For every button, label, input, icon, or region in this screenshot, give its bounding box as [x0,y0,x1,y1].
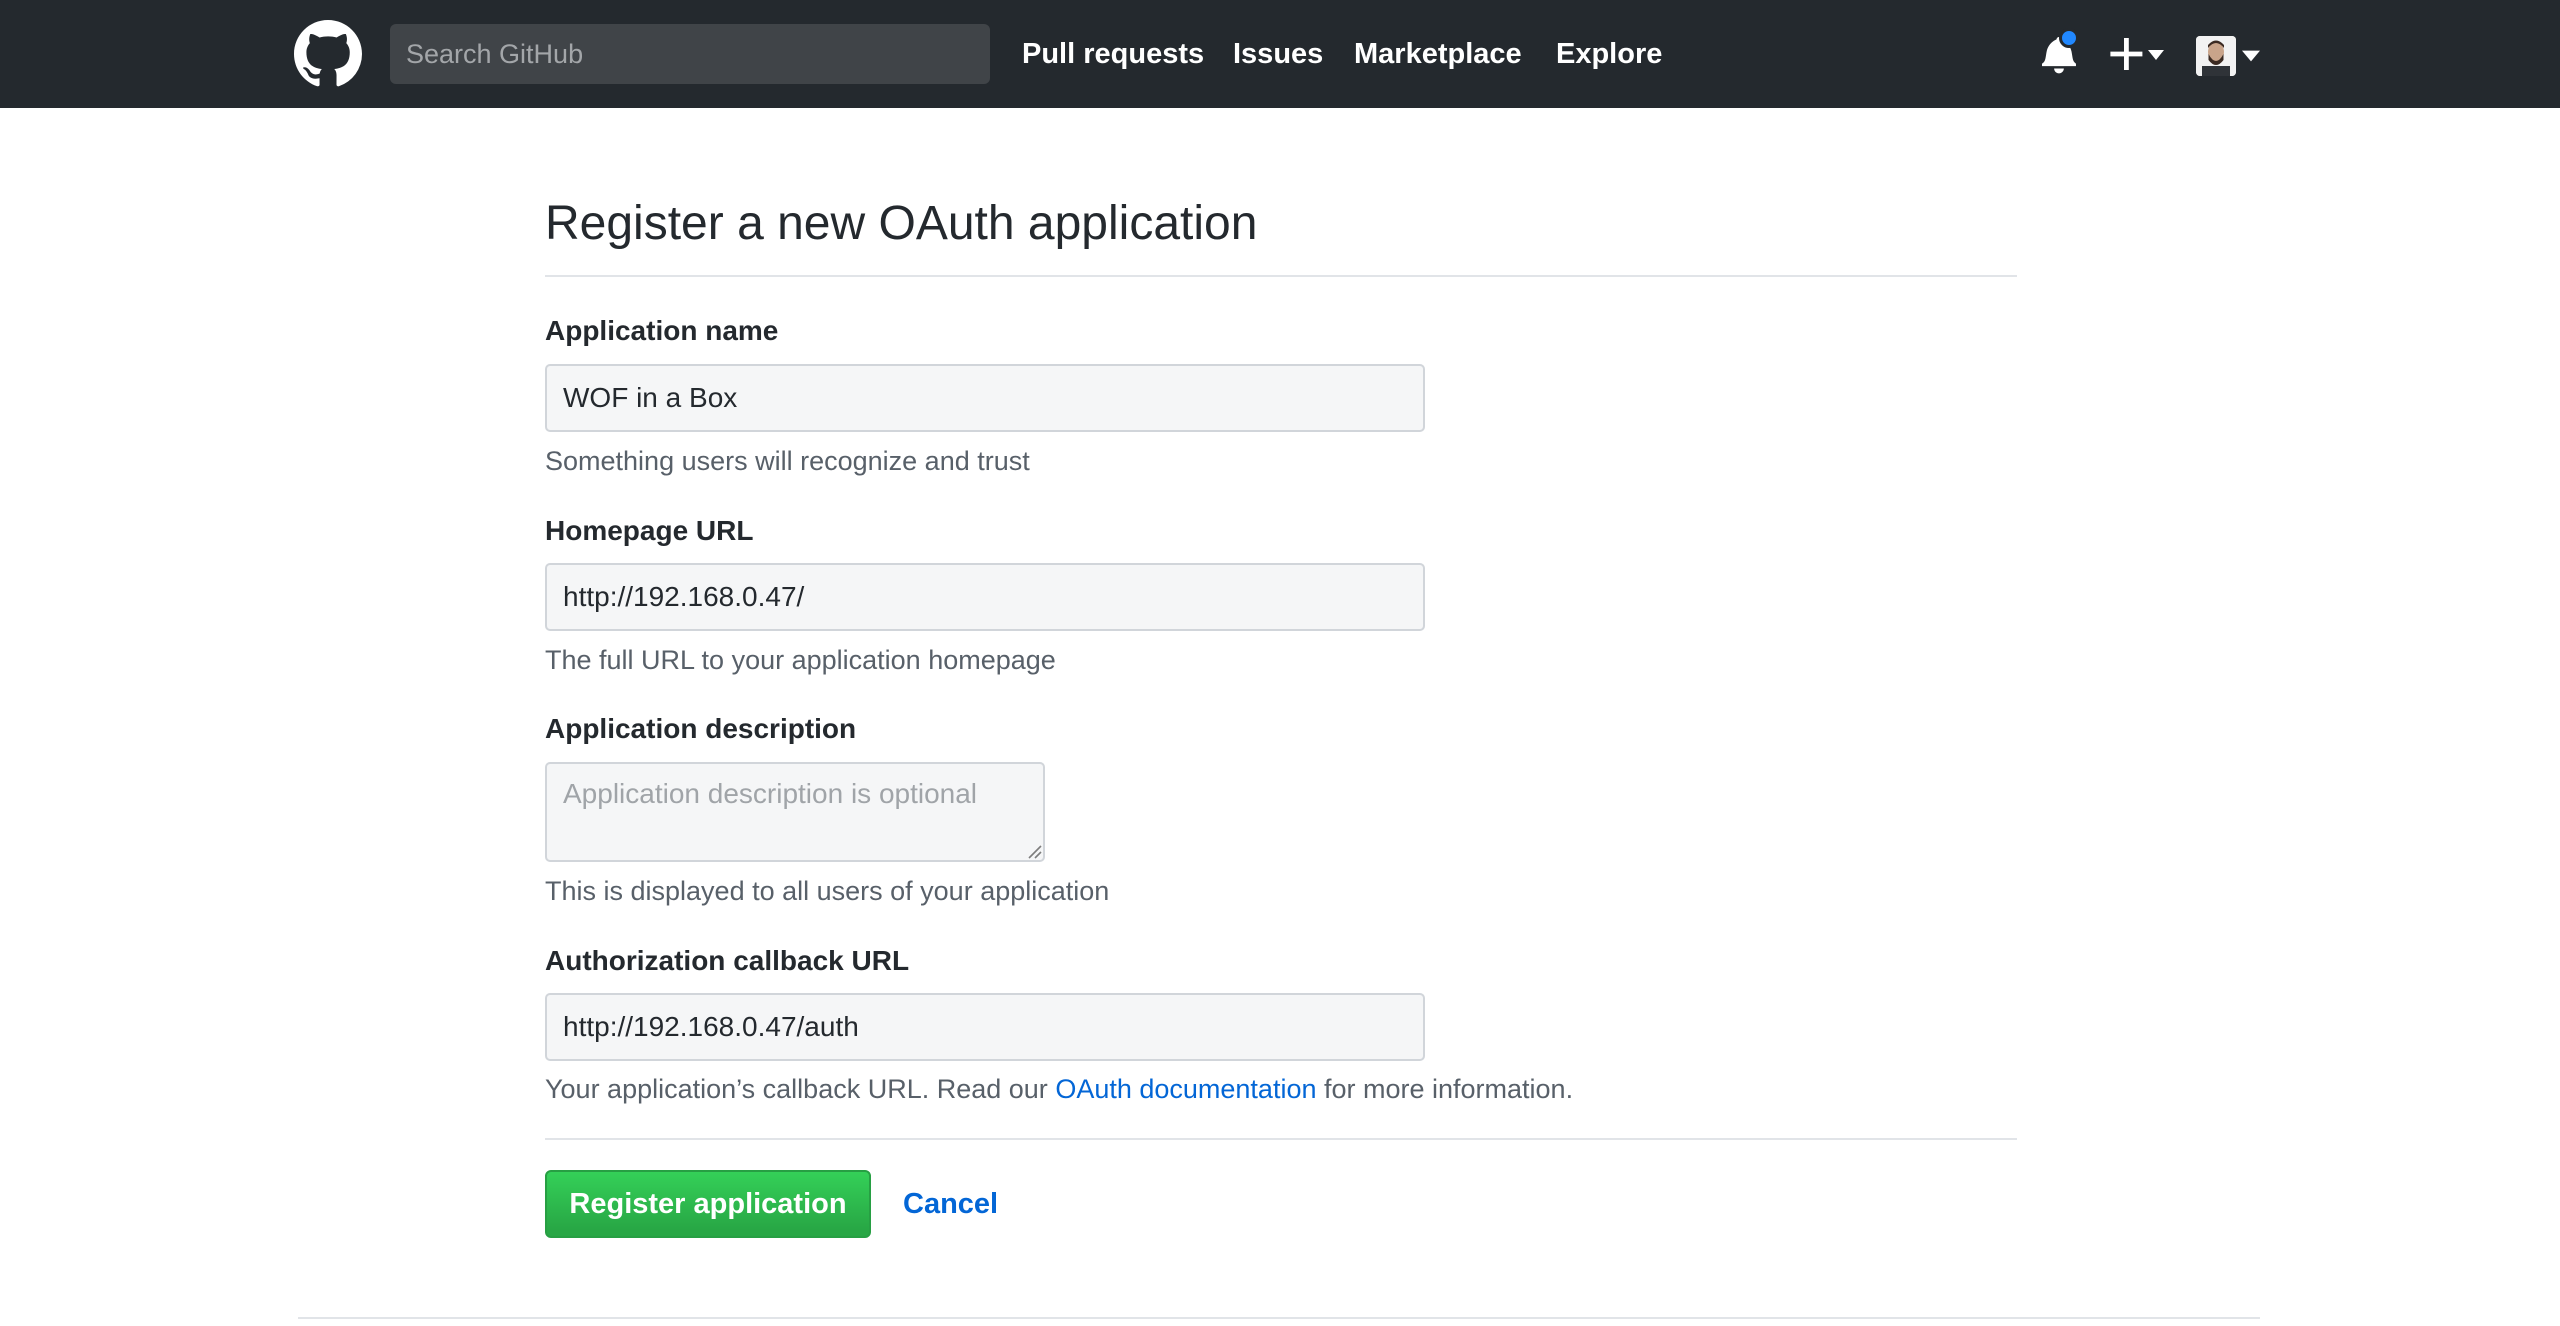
callback-note-text-before: Your application’s callback URL. Read ou… [545,1074,1056,1104]
resize-grip-icon[interactable] [1024,841,1042,859]
application-name-input[interactable] [545,364,1425,432]
homepage-url-note: The full URL to your application homepag… [545,645,1056,675]
notification-indicator [2059,28,2079,48]
callback-note-text-after: for more information. [1316,1074,1574,1104]
avatar-image-icon [2196,36,2236,76]
oauth-documentation-link[interactable]: OAuth documentation [1055,1074,1316,1104]
plus-icon[interactable] [2108,34,2164,74]
global-header: Pull requests Issues Marketplace Explore [0,0,2560,108]
user-avatar[interactable] [2196,36,2236,76]
search-input[interactable] [390,24,990,84]
callback-url-label: Authorization callback URL [545,945,910,976]
application-description-textarea[interactable] [545,762,1045,862]
application-name-label: Application name [545,315,779,346]
nav-issues[interactable]: Issues [1233,30,1323,78]
application-name-note: Something users will recognize and trust [545,446,1030,476]
github-logo-icon[interactable] [294,20,362,88]
cancel-link[interactable]: Cancel [903,1184,998,1224]
homepage-url-input[interactable] [545,563,1425,631]
chevron-down-icon[interactable] [2242,50,2260,62]
nav-pull-requests[interactable]: Pull requests [1022,30,1204,78]
register-application-button[interactable]: Register application [545,1170,871,1238]
application-description-label: Application description [545,713,857,744]
footer-divider [298,1317,2260,1319]
page-title: Register a new OAuth application [545,197,1258,250]
callback-url-input[interactable] [545,993,1425,1061]
nav-marketplace[interactable]: Marketplace [1354,30,1522,78]
callback-url-note: Your application’s callback URL. Read ou… [545,1069,1573,1109]
title-divider [545,275,2017,277]
nav-explore[interactable]: Explore [1556,30,1662,78]
actions-divider [545,1138,2017,1140]
application-description-note: This is displayed to all users of your a… [545,876,1110,906]
homepage-url-label: Homepage URL [545,515,754,546]
